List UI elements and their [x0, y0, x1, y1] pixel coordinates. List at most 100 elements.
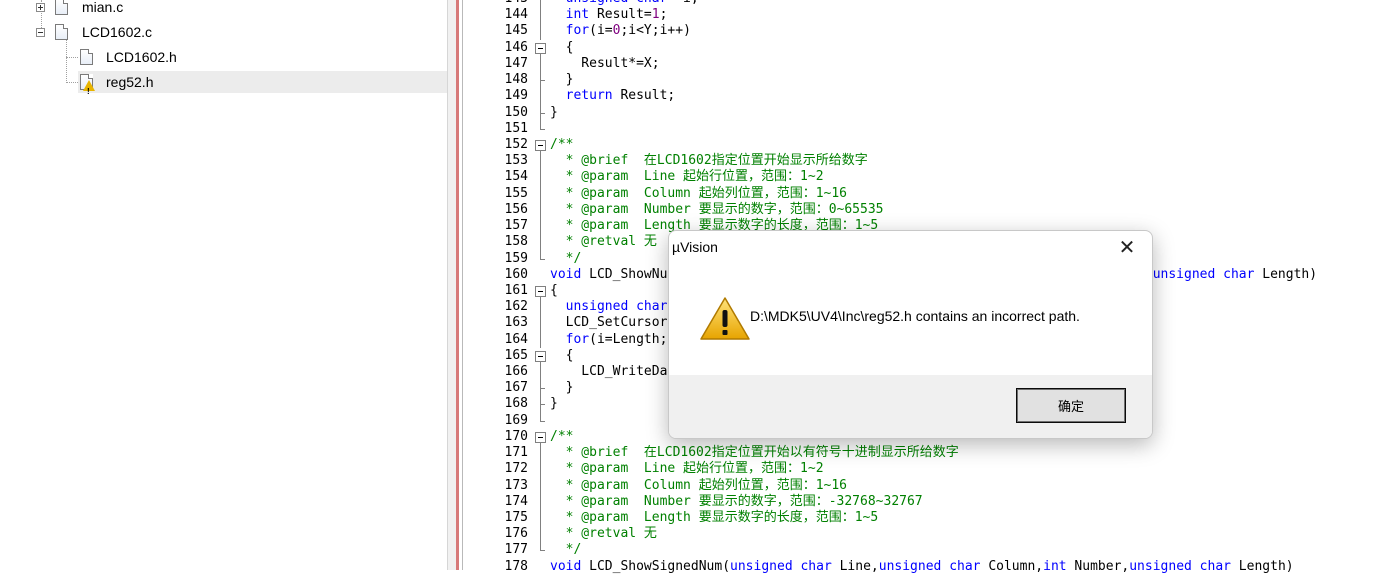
line-number: 168 [504, 396, 528, 412]
dialog-title: µVision [672, 239, 718, 255]
line-number: 150 [504, 104, 528, 120]
code-token: int [550, 7, 590, 23]
code-token: for [550, 23, 590, 39]
code-line[interactable]: 151 [448, 120, 1386, 137]
fold-gutter [534, 120, 548, 137]
code-text: * @retval 无 [550, 234, 657, 250]
line-number: 176 [504, 526, 528, 542]
line-number: 160 [504, 266, 528, 282]
code-line[interactable]: 178 void LCD_ShowSignedNum(unsigned char … [448, 559, 1386, 575]
code-text: */ [550, 251, 582, 267]
fold-gutter[interactable] [534, 40, 548, 56]
code-line[interactable]: 147 Result*=X; [448, 55, 1386, 73]
close-icon[interactable]: ✕ [1112, 235, 1142, 261]
line-number: 163 [504, 315, 528, 331]
fold-gutter [534, 185, 548, 202]
tree-item-lcd1602-h[interactable]: LCD1602.h [0, 46, 447, 68]
fold-gutter[interactable] [534, 283, 548, 300]
code-line[interactable]: 146 { [448, 40, 1386, 56]
fold-gutter [534, 380, 548, 397]
line-number: 165 [504, 347, 528, 363]
fold-gutter [534, 396, 548, 413]
code-token: Result*=X; [550, 55, 660, 71]
line-number: 149 [504, 88, 528, 104]
line-number: 177 [504, 542, 528, 558]
code-line[interactable]: 154 * @param Line 起始行位置，范围：1~2 [448, 169, 1386, 186]
line-number: 157 [504, 218, 528, 234]
fold-collapse-icon[interactable] [535, 139, 546, 151]
line-number: 152 [504, 136, 528, 152]
ok-button[interactable]: 确定 [1016, 388, 1126, 423]
code-token: unsigned char [550, 0, 668, 6]
code-line[interactable]: 145 for(i=0;i<Y;i++) [448, 23, 1386, 40]
fold-gutter [534, 542, 548, 558]
fold-collapse-icon[interactable] [535, 285, 546, 297]
code-line[interactable]: 177 */ [448, 542, 1386, 558]
code-line[interactable]: 175 * @param Length 要显示数字的长度，范围：1~5 [448, 510, 1386, 527]
code-line[interactable]: 143 unsigned char i; [448, 0, 1386, 8]
code-token: } [550, 72, 574, 88]
tree-item-lcd1602-c[interactable]: LCD1602.c [0, 21, 447, 43]
code-line[interactable]: 172 * @param Line 起始行位置，范围：1~2 [448, 461, 1386, 478]
code-line[interactable]: 150} [448, 104, 1386, 121]
fold-gutter [534, 88, 548, 105]
code-line[interactable]: 156 * @param Number 要显示的数字，范围：0~65535 [448, 201, 1386, 219]
fold-gutter [534, 55, 548, 73]
code-token: Number, [1066, 558, 1130, 574]
code-line[interactable]: 173 * @param Column 起始列位置，范围：1~16 [448, 477, 1386, 494]
collapse-minus-icon[interactable] [36, 28, 45, 37]
code-line[interactable]: 144 int Result=1; [448, 7, 1386, 24]
code-line[interactable]: 149 return Result; [448, 88, 1386, 105]
code-line[interactable]: 176 * @retval 无 [448, 526, 1386, 543]
code-token: unsigned char [1129, 558, 1231, 574]
fold-collapse-icon[interactable] [535, 350, 546, 362]
project-tree-panel: mian.c LCD1602.c LCD1602.h reg52.h [0, 0, 448, 570]
fold-gutter [534, 526, 548, 543]
c-file-icon [55, 0, 68, 15]
code-token: unsigned char [1152, 266, 1255, 282]
code-line[interactable]: 153 * @brief 在LCD1602指定位置开始显示所给数字 [448, 153, 1386, 170]
fold-gutter[interactable] [534, 429, 548, 446]
code-token: LCD_ShowSignedNum( [581, 558, 731, 574]
code-text: * @param Column 起始列位置，范围：1~16 [550, 186, 847, 202]
code-token: { [550, 347, 574, 363]
line-number: 145 [504, 23, 528, 39]
code-line[interactable]: 155 * @param Column 起始列位置，范围：1~16 [448, 185, 1386, 202]
code-token: (i= [589, 23, 613, 39]
code-token: Result; [612, 88, 676, 104]
tree-item-mian-c[interactable]: mian.c [0, 0, 447, 18]
fold-gutter [534, 331, 548, 348]
line-number: 174 [504, 493, 528, 509]
code-text: for(i=0;i<Y;i++) [550, 23, 691, 39]
code-token: * @param Line 起始行位置，范围：1~2 [550, 461, 824, 477]
fold-gutter [534, 364, 548, 381]
code-line[interactable]: 152 /** [448, 136, 1386, 154]
code-text: * @brief 在LCD1602指定位置开始显示所给数字 [550, 153, 868, 169]
dialog-body: D:\MDK5\UV4\Inc\reg52.h contains an inco… [669, 265, 1152, 375]
fold-gutter[interactable] [534, 137, 548, 154]
tree-item-label: reg52.h [106, 74, 154, 90]
code-text: * @retval 无 [550, 526, 657, 542]
fold-collapse-icon[interactable] [535, 42, 546, 54]
line-number: 158 [504, 234, 528, 250]
tree-connector [66, 82, 78, 83]
tree-item-reg52-h[interactable]: reg52.h [78, 71, 447, 103]
expand-plus-icon[interactable] [36, 3, 45, 12]
fold-gutter [534, 153, 548, 170]
line-number: 154 [504, 169, 528, 185]
line-number: 162 [504, 299, 528, 315]
code-token: Result= [589, 7, 652, 23]
code-line[interactable]: 174 * @param Number 要显示的数字，范围：-32768~327… [448, 493, 1386, 510]
code-token: 1 [651, 7, 660, 23]
fold-gutter [534, 72, 548, 89]
code-token: } [550, 396, 558, 412]
code-line[interactable]: 171 * @brief 在LCD1602指定位置开始以有符号十进制显示所给数字 [448, 445, 1386, 462]
fold-gutter[interactable] [534, 348, 548, 365]
line-number: 153 [504, 153, 528, 169]
code-line[interactable]: 148 } [448, 72, 1386, 89]
fold-collapse-icon[interactable] [535, 431, 546, 443]
code-text: { [550, 283, 558, 299]
code-text: /** [550, 137, 573, 153]
code-token: Length) [1254, 266, 1318, 282]
fold-gutter [534, 493, 548, 510]
